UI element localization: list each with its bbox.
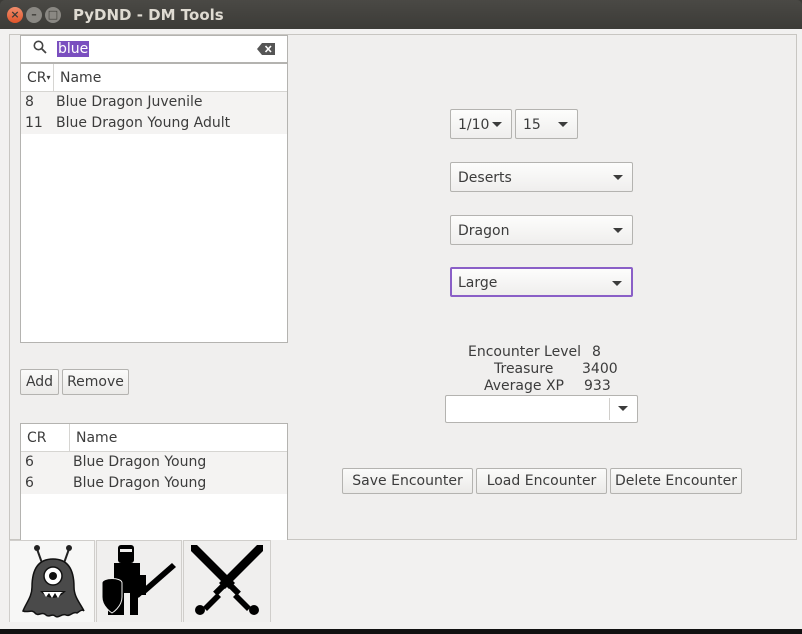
combo-divider xyxy=(609,398,610,420)
cr-max-select[interactable]: 15 xyxy=(515,109,578,139)
table-row[interactable]: 8 Blue Dragon Juvenile xyxy=(21,92,287,113)
table-row[interactable]: 6 Blue Dragon Young xyxy=(21,473,287,494)
size-value: Large xyxy=(458,275,498,291)
cr-column-header[interactable]: CR▾ xyxy=(21,64,54,92)
row-name: Blue Dragon Young xyxy=(73,475,207,491)
row-cr: 6 xyxy=(25,475,34,491)
tab-encounters[interactable] xyxy=(183,540,271,622)
search-query: blue xyxy=(57,41,90,57)
add-button[interactable]: Add xyxy=(20,369,59,395)
table-row[interactable]: 6 Blue Dragon Young xyxy=(21,452,287,473)
row-name: Blue Dragon Juvenile xyxy=(56,94,203,110)
title-bar: × – □ PyDND - DM Tools xyxy=(0,0,802,29)
monster-table-header: CR▾ Name xyxy=(21,64,287,92)
name-column-header[interactable]: Name xyxy=(54,64,101,92)
sort-indicator-icon: ▾ xyxy=(46,73,51,82)
size-select[interactable]: Large xyxy=(450,267,633,297)
cr-column-header[interactable]: CR xyxy=(21,424,70,452)
chevron-down-icon xyxy=(613,175,623,180)
treasure-value: 3400 xyxy=(582,361,618,377)
clear-search-icon[interactable] xyxy=(257,43,275,55)
cr-min-value: 1/10 xyxy=(458,117,490,133)
monster-table[interactable]: CR▾ Name 8 Blue Dragon Juvenile 11 Blue … xyxy=(20,63,288,343)
monster-icon xyxy=(22,545,85,618)
close-window-button[interactable]: × xyxy=(7,7,23,23)
cr-min-select[interactable]: 1/10 xyxy=(450,109,512,139)
environment-value: Deserts xyxy=(458,170,512,186)
window-title: PyDND - DM Tools xyxy=(73,6,224,24)
knight-icon xyxy=(101,545,176,615)
chevron-down-icon xyxy=(492,122,502,127)
saved-encounter-select[interactable] xyxy=(445,395,638,423)
monster-type-value: Dragon xyxy=(458,223,510,239)
environment-select[interactable]: Deserts xyxy=(450,162,633,192)
row-cr: 8 xyxy=(25,94,34,110)
row-cr: 6 xyxy=(25,454,34,470)
average-xp-label: Average XP xyxy=(484,378,564,394)
search-icon xyxy=(33,40,47,54)
name-column-header[interactable]: Name xyxy=(70,424,117,452)
average-xp-value: 933 xyxy=(584,378,611,394)
crossed-swords-icon xyxy=(191,545,263,615)
chevron-down-icon xyxy=(618,406,628,411)
monster-type-select[interactable]: Dragon xyxy=(450,215,633,245)
remove-button[interactable]: Remove xyxy=(62,369,129,395)
encounter-table-header: CR Name xyxy=(21,424,287,452)
encounter-table[interactable]: CR Name 6 Blue Dragon Young 6 Blue Drago… xyxy=(20,423,288,540)
tab-characters[interactable] xyxy=(96,540,182,622)
tab-monsters[interactable] xyxy=(9,540,95,622)
maximize-window-button[interactable]: □ xyxy=(45,7,61,23)
encounter-level-value: 8 xyxy=(592,344,601,360)
encounter-level-label: Encounter Level xyxy=(468,344,581,360)
cr-max-value: 15 xyxy=(523,117,541,133)
chevron-down-icon xyxy=(612,281,622,286)
window-bottom-edge xyxy=(0,629,802,634)
row-name: Blue Dragon Young Adult xyxy=(56,115,231,131)
row-name: Blue Dragon Young xyxy=(73,454,207,470)
search-input[interactable]: blue xyxy=(20,35,288,63)
row-cr: 11 xyxy=(25,115,43,131)
load-encounter-button[interactable]: Load Encounter xyxy=(476,468,607,494)
chevron-down-icon xyxy=(558,122,568,127)
minimize-window-button[interactable]: – xyxy=(26,7,42,23)
save-encounter-button[interactable]: Save Encounter xyxy=(342,468,473,494)
table-row[interactable]: 11 Blue Dragon Young Adult xyxy=(21,113,287,134)
treasure-label: Treasure xyxy=(494,361,554,377)
delete-encounter-button[interactable]: Delete Encounter xyxy=(610,468,742,494)
chevron-down-icon xyxy=(613,228,623,233)
